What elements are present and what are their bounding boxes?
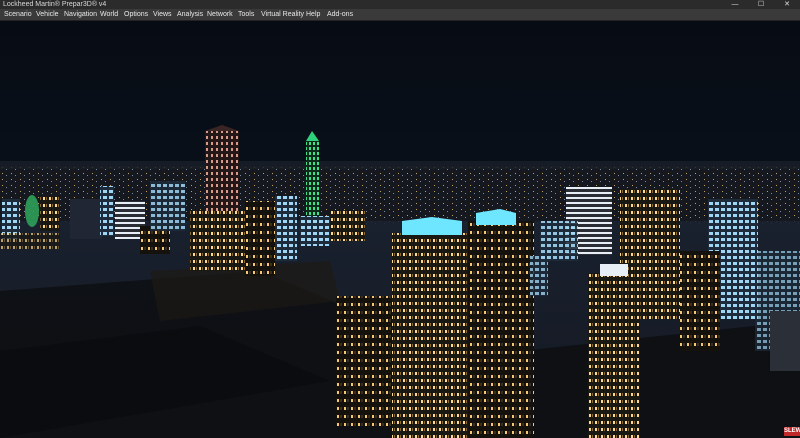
foreground-tower-1 (392, 233, 468, 438)
foreground-tower-3 (588, 273, 640, 438)
foreground-building-left (336, 296, 396, 426)
menu-bar: Scenario Vehicle Navigation World Option… (0, 9, 800, 21)
menu-help[interactable]: Help (306, 9, 320, 20)
menu-analysis[interactable]: Analysis (177, 9, 203, 20)
menu-tools[interactable]: Tools (238, 9, 254, 20)
menu-vehicle[interactable]: Vehicle (36, 9, 59, 20)
landmark-tower (205, 131, 239, 221)
menu-virtual-reality[interactable]: Virtual Reality (261, 9, 304, 20)
minimize-button[interactable]: — (722, 0, 748, 9)
green-dome-building (25, 195, 39, 227)
title-bar: Lockheed Martin® Prepar3D® v4 — ☐ ✕ (0, 0, 800, 9)
app-window: Lockheed Martin® Prepar3D® v4 — ☐ ✕ Scen… (0, 0, 800, 438)
slew-indicator: SLEW (784, 427, 800, 436)
green-lit-tower (306, 141, 319, 221)
menu-scenario[interactable]: Scenario (4, 9, 32, 20)
menu-options[interactable]: Options (124, 9, 148, 20)
menu-world[interactable]: World (100, 9, 118, 20)
window-title: Lockheed Martin® Prepar3D® v4 (3, 1, 107, 8)
menu-navigation[interactable]: Navigation (64, 9, 97, 20)
menu-views[interactable]: Views (153, 9, 172, 20)
foreground-tower-2 (468, 221, 534, 438)
menu-add-ons[interactable]: Add-ons (327, 9, 353, 20)
maximize-button[interactable]: ☐ (748, 0, 774, 9)
night-city-scene (0, 21, 800, 438)
simulator-viewport[interactable]: SLEW (0, 21, 800, 438)
close-button[interactable]: ✕ (774, 0, 800, 9)
menu-network[interactable]: Network (207, 9, 233, 20)
